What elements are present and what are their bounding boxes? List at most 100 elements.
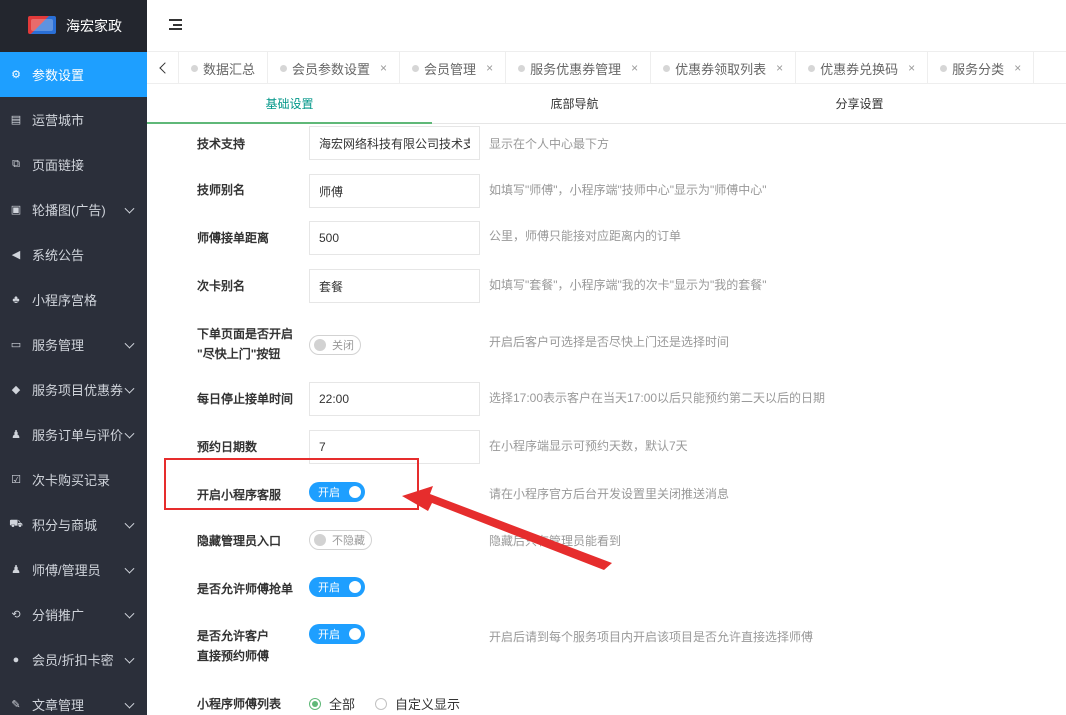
annotation-highlight-box (164, 458, 419, 510)
sidebar-item-1[interactable]: ▤ 运营城市 (0, 97, 147, 142)
member-icon: ● (12, 653, 20, 666)
worker-list-radio-all[interactable]: 全部 (309, 694, 355, 713)
sidebar-item-14[interactable]: ✎ 文章管理 (0, 682, 147, 715)
sidebar-item-label: 服务项目优惠券 (32, 383, 124, 398)
sidebar-item-13[interactable]: ● 会员/折扣卡密 (0, 637, 147, 682)
hide-admin-switch[interactable]: 不隐藏 (309, 530, 372, 550)
close-icon[interactable]: × (776, 61, 783, 75)
order-distance-label: 师傅接单距离 (197, 231, 270, 245)
stop-time-hint: 选择17:00表示客户在当天17:00以后只能预约第二天以后的日期 (489, 391, 826, 405)
subtab-1[interactable]: 底部导航 (432, 84, 717, 123)
worker-alias-input[interactable] (309, 174, 480, 208)
brand[interactable]: 海宏家政 (0, 0, 147, 52)
close-icon[interactable]: × (380, 61, 387, 75)
card-alias-input[interactable] (309, 269, 480, 303)
sidebar-menu: ⚙ 参数设置 ▤ 运营城市 ⧉ 页面链接 ▣ 轮播图(广告) ◀ 系统公告 ♣ 小程序宫格 ▭ 服务管理 ◆… (0, 52, 147, 715)
close-icon[interactable]: × (486, 61, 493, 75)
sidebar-item-label: 师傅/管理员 (32, 563, 101, 578)
settings-subtabs: 基础设置 底部导航 分享设置 (147, 84, 1066, 124)
chevron-down-icon (124, 698, 135, 709)
tech-support-label: 技术支持 (197, 137, 246, 151)
worker-alias-hint: 如填写"师傅"，小程序端"技师中心"显示为"师傅中心" (489, 183, 767, 197)
hide-admin-label: 隐藏管理员入口 (197, 534, 282, 548)
grab-order-label: 是否允许师傅抢单 (197, 582, 294, 596)
close-icon[interactable]: × (1014, 61, 1021, 75)
tab-2[interactable]: 会员管理 × (400, 52, 507, 84)
chevron-down-icon (124, 563, 135, 574)
chevron-down-icon (124, 338, 135, 349)
tab-5[interactable]: 优惠券兑换码 × (796, 52, 929, 84)
tab-dot-icon (940, 64, 948, 72)
tab-label: 服务分类 (952, 61, 1005, 77)
sidebar-item-4[interactable]: ◀ 系统公告 (0, 232, 147, 277)
sidebar-item-label: 轮播图(广告) (32, 203, 106, 218)
sidebar-item-label: 积分与商城 (32, 518, 98, 533)
sidebar-item-label: 次卡购买记录 (32, 473, 111, 488)
chevron-down-icon (124, 518, 135, 529)
tag-icon: ◆ (11, 384, 21, 396)
subtab-0[interactable]: 基础设置 (147, 84, 432, 124)
worker-alias-label: 技师别名 (197, 183, 246, 197)
tab-1[interactable]: 会员参数设置 × (268, 52, 401, 84)
direct-book-switch[interactable]: 开启 (309, 624, 365, 644)
subtab-2[interactable]: 分享设置 (717, 84, 1002, 123)
sidebar-item-0[interactable]: ⚙ 参数设置 (0, 52, 147, 97)
hide-admin-hint: 隐藏后只有管理员能看到 (489, 534, 622, 548)
sidebar-item-2[interactable]: ⧉ 页面链接 (0, 142, 147, 187)
image-icon: ▣ (10, 204, 22, 216)
tab-label: 服务优惠券管理 (530, 61, 622, 77)
sidebar-item-6[interactable]: ▭ 服务管理 (0, 322, 147, 367)
tab-0[interactable]: 数据汇总 (179, 52, 269, 84)
tab-label: 优惠券兑换码 (820, 61, 899, 77)
tab-label: 数据汇总 (203, 61, 256, 77)
sidebar-item-label: 服务管理 (32, 338, 85, 353)
chevron-down-icon (124, 383, 135, 394)
speaker-icon: ◀ (11, 249, 21, 261)
tab-6[interactable]: 服务分类 × (928, 52, 1035, 84)
tab-3[interactable]: 服务优惠券管理 × (506, 52, 652, 84)
sidebar-item-9[interactable]: ☑ 次卡购买记录 (0, 457, 147, 502)
sidebar-item-8[interactable]: ♟ 服务订单与评价 (0, 412, 147, 457)
sidebar-item-3[interactable]: ▣ 轮播图(广告) (0, 187, 147, 232)
sidebar-item-11[interactable]: ♟ 师傅/管理员 (0, 547, 147, 592)
sidebar-item-label: 文章管理 (32, 698, 85, 713)
sidebar-item-label: 参数设置 (32, 68, 85, 83)
sitemap-icon: ♣ (12, 293, 20, 306)
sidebar-item-5[interactable]: ♣ 小程序宫格 (0, 277, 147, 322)
close-icon[interactable]: × (908, 61, 915, 75)
sidebar-item-7[interactable]: ◆ 服务项目优惠券 (0, 367, 147, 412)
mp-service-hint: 请在小程序官方后台开发设置里关闭推送消息 (489, 487, 730, 501)
tabs-scroll-left-button[interactable] (147, 52, 179, 84)
gear-icon: ⚙ (11, 69, 21, 81)
sidebar-item-label: 小程序宫格 (32, 293, 98, 308)
asap-button-label-line2: "尽快上门"按钮 (197, 347, 281, 361)
sidebar-item-label: 会员/折扣卡密 (32, 653, 114, 668)
tab-dot-icon (663, 64, 671, 72)
tech-support-input[interactable] (309, 126, 480, 160)
card-alias-label: 次卡别名 (197, 279, 246, 293)
sidebar-item-10[interactable]: ⛟ 积分与商城 (0, 502, 147, 547)
sidebar-item-12[interactable]: ⟲ 分销推广 (0, 592, 147, 637)
logo (28, 14, 56, 38)
stop-time-input[interactable] (309, 382, 480, 416)
tab-dot-icon (808, 64, 816, 72)
chevron-down-icon (124, 653, 135, 664)
tab-4[interactable]: 优惠券领取列表 × (651, 52, 797, 84)
tab-dot-icon (280, 64, 288, 72)
top-header (147, 0, 1066, 52)
direct-book-hint: 开启后请到每个服务项目内开启该项目是否允许直接选择师傅 (489, 630, 814, 644)
cart-icon: ⛟ (9, 517, 23, 530)
order-distance-input[interactable] (309, 221, 480, 255)
close-icon[interactable]: × (631, 61, 638, 75)
worker-list-radio-custom[interactable]: 自定义显示 (375, 694, 460, 713)
grab-order-switch[interactable]: 开启 (309, 577, 365, 597)
menu-toggle-icon[interactable] (169, 19, 182, 30)
booking-days-label: 预约日期数 (197, 440, 258, 454)
worker-icon: ♟ (11, 564, 21, 576)
share-icon: ⟲ (11, 609, 21, 621)
sidebar-item-label: 服务订单与评价 (32, 428, 124, 443)
app-title: 海宏家政 (66, 18, 122, 34)
building-icon: ▤ (10, 114, 22, 126)
direct-book-label-line2: 直接预约师傅 (197, 649, 270, 663)
asap-button-switch[interactable]: 关闭 (309, 335, 361, 355)
